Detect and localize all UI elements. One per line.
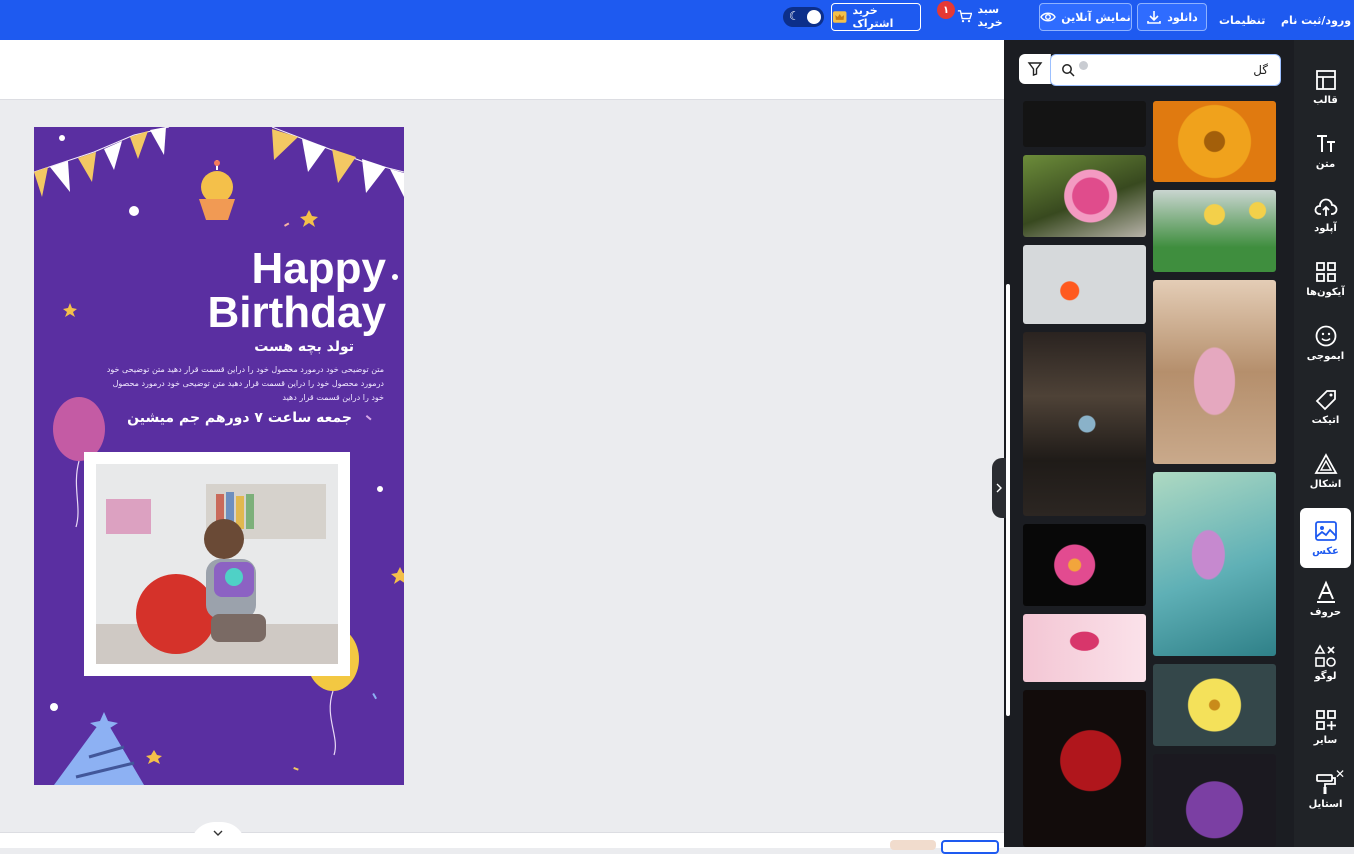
grid-icon — [1315, 262, 1336, 282]
photo-thumb[interactable] — [1023, 524, 1146, 606]
logo-icon — [1314, 644, 1336, 667]
sidebar-item-text[interactable]: متن — [1300, 121, 1351, 181]
tag-icon — [1315, 390, 1336, 411]
child-photo-image — [96, 464, 338, 664]
moon-icon: ☾ — [789, 9, 800, 23]
subscribe-label: خرید اشتراک — [852, 4, 894, 30]
sidebar-item-label: عکس — [1312, 546, 1339, 557]
sidebar-item-label: قالب — [1313, 95, 1338, 106]
photo-thumb[interactable] — [1153, 754, 1276, 847]
eye-icon — [1040, 12, 1057, 22]
preview-button[interactable]: نمایش آنلاین — [1039, 3, 1132, 31]
sidebar-item-more[interactable]: سایر — [1300, 697, 1351, 757]
sidebar-item-label: استایل — [1308, 799, 1343, 810]
clear-search-icon[interactable] — [1079, 61, 1088, 70]
sidebar-item-letters[interactable]: حروف — [1300, 569, 1351, 629]
card-title-line2[interactable]: Birthday — [34, 291, 386, 335]
template-icon — [1315, 70, 1336, 90]
card-description[interactable]: متن توضیحی خود درمورد محصول خود را دراین… — [90, 363, 384, 405]
search-icon[interactable] — [1061, 63, 1075, 77]
card-title-line1[interactable]: Happy — [34, 247, 386, 291]
card-subtitle[interactable]: تولد بچه هست — [34, 339, 354, 355]
page-thumbnail-2[interactable] — [941, 840, 999, 854]
sidebar-item-label: لوگو — [1314, 671, 1337, 682]
card-datetime[interactable]: جمعه ساعت ۷ دورهم جم میشین — [90, 410, 352, 426]
panel-scrollbar[interactable] — [1006, 284, 1010, 716]
sidebar-item-label: اشکال — [1309, 479, 1342, 490]
cart-count-badge: ۱ — [937, 1, 955, 19]
card-desc-line2: درمورد محصول خود را دراین قسمت قرار دهید… — [112, 379, 384, 388]
download-icon — [1147, 11, 1162, 24]
sidebar-item-logo[interactable]: لوگو — [1300, 633, 1351, 693]
sidebar-item-photo[interactable]: عکس — [1300, 508, 1351, 568]
subscribe-button[interactable]: خرید اشتراک — [831, 3, 921, 31]
more-icon — [1315, 710, 1336, 730]
photo-thumb[interactable] — [1153, 190, 1276, 272]
toggle-knob — [807, 10, 821, 24]
canvas-footer — [0, 832, 1004, 848]
photo-thumb[interactable] — [1153, 101, 1276, 182]
text-icon — [1316, 135, 1335, 152]
photo-search-box — [1050, 54, 1281, 86]
download-button[interactable]: دانلود — [1137, 3, 1207, 31]
collapse-panel-button[interactable] — [992, 458, 1006, 518]
search-input[interactable] — [1096, 59, 1270, 81]
photo-thumb[interactable] — [1023, 614, 1146, 682]
photo-thumb[interactable] — [1153, 664, 1276, 746]
photo-thumb[interactable] — [1023, 245, 1146, 324]
sidebar-item-template[interactable]: قالب — [1300, 57, 1351, 117]
photo-thumb[interactable] — [1153, 472, 1276, 656]
photo-thumb[interactable] — [1023, 101, 1146, 147]
chevron-down-icon — [213, 830, 223, 836]
login-link[interactable]: ورود/ثبت نام — [1281, 0, 1351, 40]
sidebar-item-label: حروف — [1309, 607, 1342, 618]
close-icon[interactable]: ✕ — [1335, 767, 1345, 781]
sidebar-item-label: متن — [1315, 159, 1336, 170]
download-label: دانلود — [1167, 10, 1198, 24]
top-bar: ورود/ثبت نام تنظیمات دانلود نمایش آنلاین… — [0, 0, 1354, 40]
photo-thumb[interactable] — [1023, 155, 1146, 237]
sidebar-item-label: آپلود — [1314, 223, 1337, 234]
upload-icon — [1314, 198, 1337, 216]
preview-label: نمایش آنلاین — [1061, 10, 1131, 24]
photo-thumb[interactable] — [1023, 690, 1146, 847]
page-thumbnail-1[interactable] — [890, 840, 936, 850]
style-icon — [1315, 774, 1336, 794]
sidebar-item-shapes[interactable]: اشکال — [1300, 441, 1351, 501]
letter-icon — [1316, 580, 1335, 603]
chevron-right-icon — [996, 483, 1002, 493]
photo-thumb[interactable] — [1023, 332, 1146, 516]
card-desc-line3: خود را دراین قسمت قرار دهید — [282, 393, 384, 402]
card-desc-line1: متن توضیحی خود درمورد محصول خود را دراین… — [106, 365, 384, 374]
cart-icon — [957, 10, 973, 23]
photo-frame[interactable] — [84, 452, 350, 676]
filter-icon — [1027, 62, 1042, 76]
cart-label: سبد خرید — [977, 3, 1003, 29]
filter-button[interactable] — [1019, 54, 1051, 84]
dark-mode-toggle[interactable]: ☾ — [783, 7, 824, 27]
image-icon — [1314, 521, 1337, 541]
sidebar-item-sticker[interactable]: اتیکت — [1300, 377, 1351, 437]
sidebar-item-upload[interactable]: آپلود — [1300, 185, 1351, 245]
sidebar-item-label: سایر — [1313, 735, 1338, 746]
photo-thumb[interactable] — [1153, 280, 1276, 464]
sidebar-item-label: اتیکت — [1311, 415, 1340, 426]
emoji-icon — [1315, 325, 1336, 347]
sidebar-item-label: ایموجی — [1306, 351, 1345, 362]
canvas-toolbar — [0, 40, 1004, 100]
shapes-icon — [1313, 453, 1338, 474]
child-photo[interactable] — [96, 464, 338, 664]
crown-icon — [832, 11, 847, 23]
sidebar-item-emoji[interactable]: ایموجی — [1300, 313, 1351, 373]
sidebar-item-label: آیکون‌ها — [1306, 287, 1345, 298]
settings-link[interactable]: تنظیمات — [1219, 0, 1265, 40]
sidebar-item-icons[interactable]: آیکون‌ها — [1300, 249, 1351, 309]
expand-pages-button[interactable] — [190, 822, 246, 847]
design-card[interactable]: Happy Birthday تولد بچه هست متن توضیحی خ… — [34, 127, 404, 785]
cart-button[interactable]: سبد خرید — [957, 3, 1021, 29]
